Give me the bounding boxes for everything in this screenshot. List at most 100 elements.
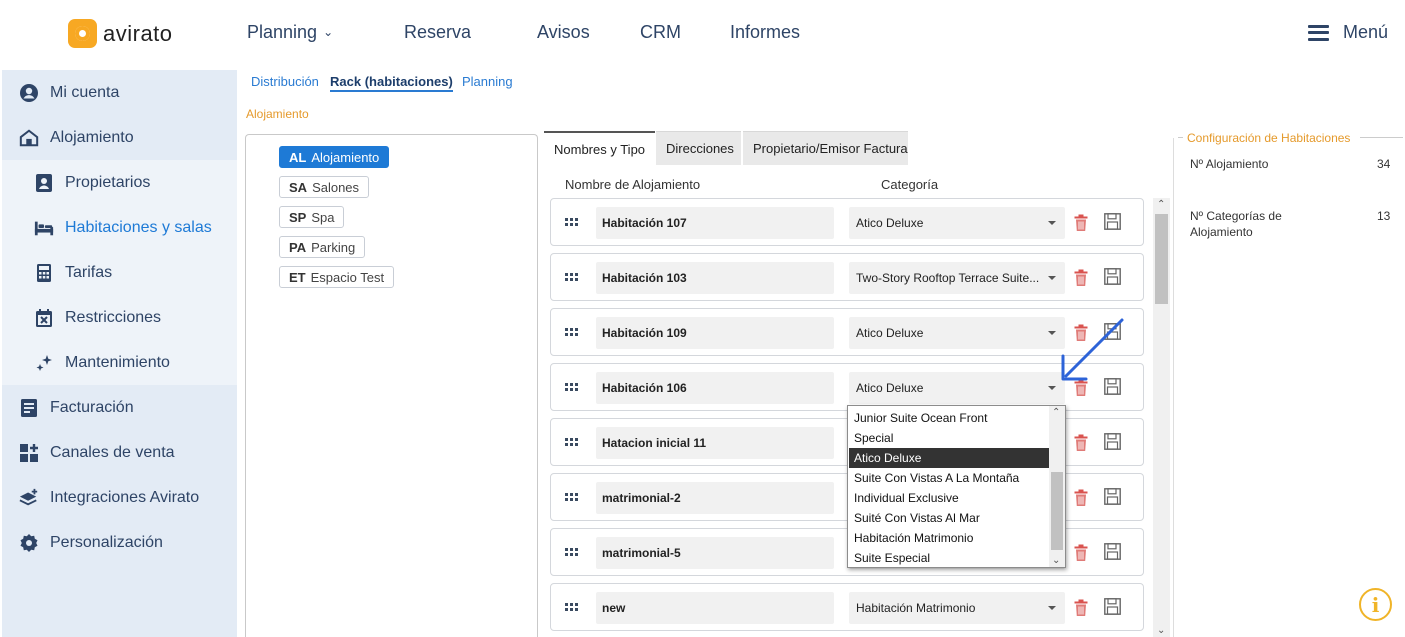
menu-button[interactable]: Menú xyxy=(1308,22,1388,43)
info-button[interactable]: i xyxy=(1359,588,1392,621)
trash-icon[interactable] xyxy=(1074,269,1088,287)
subtab-rack[interactable]: Rack (habitaciones) xyxy=(330,74,453,92)
sidebar-item-restricciones[interactable]: Restricciones xyxy=(2,295,237,340)
room-name-input[interactable]: Habitación 107 xyxy=(596,207,834,239)
tab-propietario[interactable]: Propietario/Emisor Factura xyxy=(743,131,908,165)
type-chip-salones[interactable]: SA Salones xyxy=(279,176,370,198)
sidebar-item-personalizacion[interactable]: Personalización xyxy=(2,520,237,565)
sidebar-item-label: Canales de venta xyxy=(50,443,175,461)
dropdown-option[interactable]: Suite Con Vistas A La Montaña xyxy=(849,468,1049,488)
type-chip-spa[interactable]: SP Spa xyxy=(279,206,345,228)
scroll-down-icon[interactable]: ⌄ xyxy=(1052,555,1060,566)
save-icon[interactable] xyxy=(1104,488,1121,505)
trash-icon[interactable] xyxy=(1074,599,1088,617)
room-name-input[interactable]: matrimonial-5 xyxy=(596,537,834,569)
room-name-input[interactable]: Habitación 109 xyxy=(596,317,834,349)
drag-handle-icon[interactable] xyxy=(565,493,579,503)
type-chip-espacio-test[interactable]: ET Espacio Test xyxy=(279,266,395,288)
room-name-input[interactable]: matrimonial-2 xyxy=(596,482,834,514)
dropdown-option[interactable]: Habitación Matrimonio xyxy=(849,528,1049,548)
nav-reserva[interactable]: Reserva xyxy=(404,22,471,43)
trash-icon[interactable] xyxy=(1074,544,1088,562)
save-icon[interactable] xyxy=(1104,543,1121,560)
dropdown-option[interactable]: Atico Deluxe xyxy=(849,448,1049,468)
top-header: avirato Planning ⌄ Reserva Avisos CRM Inf… xyxy=(0,0,1405,68)
room-name-input[interactable]: new xyxy=(596,592,834,624)
divider xyxy=(1360,137,1403,138)
sidebar-item-facturacion[interactable]: Facturación xyxy=(2,385,237,430)
dropdown-option[interactable]: Suité Con Vistas Al Mar xyxy=(849,508,1049,528)
room-category-select[interactable]: Atico Deluxe xyxy=(849,207,1065,239)
scroll-up-icon[interactable]: ⌃ xyxy=(1052,407,1060,418)
type-name: Espacio Test xyxy=(310,269,385,285)
layers-plus-icon xyxy=(19,488,39,508)
config-label-rooms: Nº Alojamiento xyxy=(1190,157,1269,171)
info-icon: i xyxy=(1371,592,1380,617)
save-icon[interactable] xyxy=(1104,433,1121,450)
scroll-down-icon[interactable]: ⌄ xyxy=(1157,625,1165,636)
subtab-planning[interactable]: Planning xyxy=(462,74,513,89)
avirato-logo[interactable]: avirato xyxy=(68,19,173,48)
room-category-select[interactable]: Habitación Matrimonio xyxy=(849,592,1065,624)
category-value: Atico Deluxe xyxy=(856,216,924,230)
column-header-name: Nombre de Alojamiento xyxy=(565,177,701,192)
room-name-input[interactable]: Habitación 106 xyxy=(596,372,834,404)
sidebar-item-mi-cuenta[interactable]: Mi cuenta xyxy=(2,70,237,115)
room-category-select[interactable]: Atico Deluxe xyxy=(849,372,1065,404)
scroll-up-icon[interactable]: ⌃ xyxy=(1157,199,1165,210)
trash-icon[interactable] xyxy=(1074,489,1088,507)
room-name-input[interactable]: Habitación 103 xyxy=(596,262,834,294)
nav-avisos[interactable]: Avisos xyxy=(537,22,590,43)
type-chip-alojamiento[interactable]: AL Alojamiento xyxy=(279,146,390,168)
sidebar-item-alojamiento[interactable]: Alojamiento xyxy=(2,115,237,160)
scrollbar-thumb[interactable] xyxy=(1155,214,1168,304)
room-row: Habitación 103 Two-Story Rooftop Terrace … xyxy=(550,253,1144,301)
save-icon[interactable] xyxy=(1104,598,1121,615)
drag-handle-icon[interactable] xyxy=(565,438,579,448)
sidebar-item-label: Restricciones xyxy=(65,308,162,326)
dropdown-option[interactable]: Individual Exclusive xyxy=(849,488,1049,508)
sidebar: Mi cuenta Alojamiento Propietarios Habit… xyxy=(2,70,237,637)
subtab-distribucion[interactable]: Distribución xyxy=(251,74,319,89)
sidebar-item-propietarios[interactable]: Propietarios xyxy=(2,160,237,205)
sidebar-item-habitaciones[interactable]: Habitaciones y salas xyxy=(2,205,237,250)
house-icon xyxy=(19,128,39,148)
dropdown-scrollbar[interactable]: ⌃ ⌄ xyxy=(1049,406,1065,567)
dropdown-option[interactable]: Special xyxy=(849,428,1049,448)
drag-handle-icon[interactable] xyxy=(565,328,579,338)
rooms-scrollbar[interactable]: ⌃ ⌄ xyxy=(1153,198,1170,637)
drag-handle-icon[interactable] xyxy=(565,603,579,613)
hamburger-icon xyxy=(1308,24,1329,41)
drag-handle-icon[interactable] xyxy=(565,548,579,558)
dropdown-option[interactable]: Junior Suite Ocean Front xyxy=(849,408,1049,428)
trash-icon[interactable] xyxy=(1074,434,1088,452)
drag-handle-icon[interactable] xyxy=(565,218,579,228)
category-dropdown-list[interactable]: Junior Suite Ocean Front Special Atico Del… xyxy=(847,405,1066,568)
room-category-select[interactable]: Atico Deluxe xyxy=(849,317,1065,349)
caret-down-icon xyxy=(1048,276,1056,280)
tab-nombres-tipo[interactable]: Nombres y Tipo xyxy=(544,131,655,165)
sidebar-item-label: Alojamiento xyxy=(50,128,134,146)
bed-icon xyxy=(34,218,54,238)
save-icon[interactable] xyxy=(1104,268,1121,285)
sidebar-item-canales[interactable]: Canales de venta xyxy=(2,430,237,475)
nav-informes[interactable]: Informes xyxy=(730,22,800,43)
dropdown-option[interactable]: Suite Especial xyxy=(849,548,1049,568)
scrollbar-thumb[interactable] xyxy=(1051,472,1063,550)
sidebar-item-label: Mantenimiento xyxy=(65,353,170,371)
drag-handle-icon[interactable] xyxy=(565,273,579,283)
sidebar-item-tarifas[interactable]: Tarifas xyxy=(2,250,237,295)
nav-crm[interactable]: CRM xyxy=(640,22,681,43)
sidebar-item-integraciones[interactable]: Integraciones Avirato xyxy=(2,475,237,520)
room-category-select[interactable]: Two-Story Rooftop Terrace Suite... xyxy=(849,262,1065,294)
menu-label: Menú xyxy=(1343,22,1389,42)
save-icon[interactable] xyxy=(1104,213,1121,230)
type-code: SA xyxy=(289,179,308,195)
nav-planning[interactable]: Planning ⌄ xyxy=(247,22,333,43)
type-chip-parking[interactable]: PA Parking xyxy=(279,236,366,258)
trash-icon[interactable] xyxy=(1074,214,1088,232)
sidebar-item-mantenimiento[interactable]: Mantenimiento xyxy=(2,340,237,385)
room-name-input[interactable]: Hatacion inicial 11 xyxy=(596,427,834,459)
tab-direcciones[interactable]: Direcciones xyxy=(656,131,741,165)
drag-handle-icon[interactable] xyxy=(565,383,579,393)
